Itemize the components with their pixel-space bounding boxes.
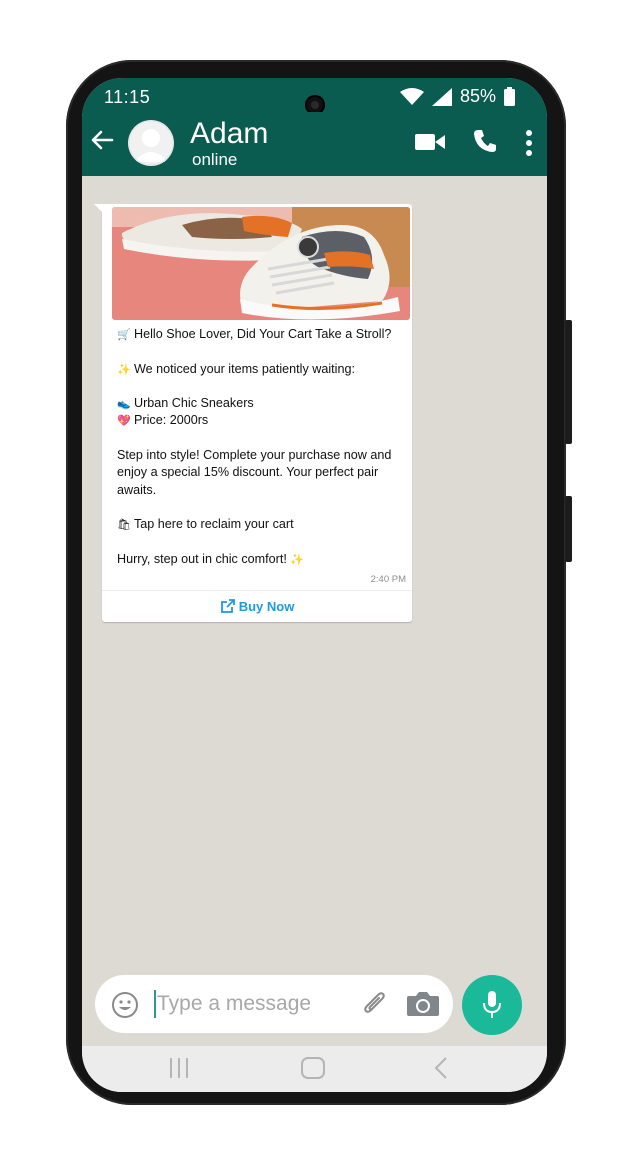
- contact-status: online: [192, 150, 238, 169]
- text-caret: [154, 990, 156, 1018]
- product-image[interactable]: [112, 207, 410, 320]
- notice-text: We noticed your items patiently waiting:: [134, 361, 355, 376]
- back-arrow-icon[interactable]: [88, 126, 116, 154]
- message-line: ✨ We noticed your items patiently waiting…: [117, 361, 402, 378]
- heart-icon: 💖: [117, 415, 131, 428]
- message-line: 👟 Urban Chic Sneakers: [117, 395, 402, 412]
- power-button: [565, 320, 572, 444]
- message-line: enjoy a special 15% discount. Your perfe…: [117, 465, 379, 480]
- message-input[interactable]: Type a message: [95, 975, 453, 1033]
- mic-button[interactable]: [462, 975, 522, 1035]
- closing-text: Hurry, step out in chic comfort!: [117, 551, 287, 566]
- back-nav-icon[interactable]: [430, 1054, 452, 1082]
- phone-screen: 11:15 85% Adam online 🛒 Hello Shoe Lover…: [82, 78, 547, 1092]
- sparkles-icon: ✨: [117, 363, 131, 376]
- message-line: 🛍 Tap here to reclaim your cart: [117, 516, 402, 533]
- buy-now-label: Buy Now: [238, 598, 295, 614]
- greeting-text: Hello Shoe Lover, Did Your Cart Take a S…: [134, 327, 392, 341]
- bubble-tail: [94, 204, 104, 214]
- sneaker-picture: [112, 207, 410, 320]
- signal-icon: [431, 87, 452, 106]
- chat-header: Adam online: [82, 112, 547, 176]
- battery-icon: [504, 87, 515, 106]
- product-name: Urban Chic Sneakers: [134, 396, 254, 411]
- phone-icon[interactable]: [472, 128, 498, 154]
- message-line: 💖 Price: 2000rs: [117, 412, 402, 429]
- message-line: 🛒 Hello Shoe Lover, Did Your Cart Take a …: [117, 326, 402, 343]
- home-icon[interactable]: [299, 1054, 327, 1082]
- recent-apps-icon[interactable]: [168, 1054, 190, 1082]
- volume-button: [565, 496, 572, 562]
- shoe-icon: 👟: [117, 398, 131, 411]
- product-price: Price: 2000rs: [134, 413, 209, 428]
- cart-icon: 🛒: [117, 329, 131, 341]
- external-link-icon: [220, 598, 235, 613]
- system-nav-bar: [82, 1046, 547, 1092]
- mic-icon: [483, 991, 501, 1018]
- buy-now-button[interactable]: Buy Now: [102, 594, 412, 618]
- bubble-divider: [102, 590, 412, 591]
- sparkles-icon: ✨: [289, 553, 304, 566]
- message-line: Hurry, step out in chic comfort! ✨: [117, 551, 402, 568]
- attach-icon[interactable]: [361, 990, 389, 1018]
- message-text: 🛒 Hello Shoe Lover, Did Your Cart Take a …: [117, 326, 402, 568]
- chat-area[interactable]: 🛒 Hello Shoe Lover, Did Your Cart Take a …: [82, 176, 547, 1046]
- battery-percent: 85%: [459, 86, 496, 106]
- message-bubble[interactable]: 🛒 Hello Shoe Lover, Did Your Cart Take a …: [94, 204, 412, 622]
- shopping-bag-icon: 🛍: [117, 519, 131, 532]
- avatar[interactable]: [128, 120, 174, 166]
- message-line: Step into style! Complete your purchase …: [117, 448, 392, 463]
- input-placeholder: Type a message: [157, 992, 312, 1015]
- reclaim-text: Tap here to reclaim your cart: [134, 517, 294, 532]
- emoji-icon[interactable]: [111, 991, 139, 1019]
- compose-bar: Type a message: [82, 973, 547, 1039]
- message-time: 2:40 PM: [370, 574, 406, 585]
- wifi-icon: [399, 87, 424, 105]
- camera-icon[interactable]: [406, 991, 440, 1017]
- message-line: awaits.: [117, 482, 157, 497]
- avatar-person-icon: [128, 120, 174, 166]
- video-call-icon[interactable]: [415, 132, 445, 152]
- status-time: 11:15: [104, 87, 151, 107]
- contact-name[interactable]: Adam: [190, 118, 268, 150]
- more-vert-icon[interactable]: [525, 130, 533, 156]
